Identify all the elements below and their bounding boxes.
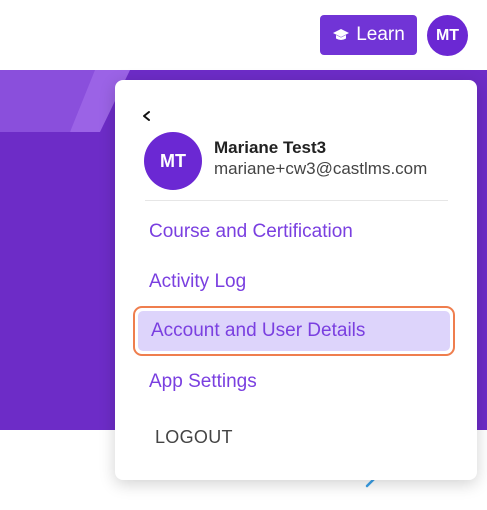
user-avatar: MT xyxy=(144,132,202,190)
user-name: Mariane Test3 xyxy=(214,138,327,157)
menu-item-highlight-outline: Account and User Details xyxy=(133,306,455,356)
chevron-left-icon[interactable] xyxy=(140,108,152,124)
user-email: mariane+cw3@castlms.com xyxy=(214,159,428,178)
graduation-cap-icon xyxy=(332,28,350,42)
menu-item-activity-log[interactable]: Activity Log xyxy=(149,271,246,293)
menu-item-course-and-certification[interactable]: Course and Certification xyxy=(149,221,353,243)
page: Learn MT MT Mariane Test3 mariane+cw3@ca… xyxy=(0,0,487,510)
user-avatar-button[interactable]: MT xyxy=(427,15,468,56)
user-menu-dropdown: MT Mariane Test3 mariane+cw3@castlms.com… xyxy=(115,80,477,480)
top-bar: Learn MT xyxy=(0,0,487,70)
logout-button[interactable]: LOGOUT xyxy=(155,427,233,448)
learn-button-label: Learn xyxy=(356,24,405,45)
learn-button[interactable]: Learn xyxy=(320,15,417,55)
menu-item-app-settings[interactable]: App Settings xyxy=(149,371,257,393)
divider xyxy=(145,200,448,201)
menu-item-account-and-user-details[interactable]: Account and User Details xyxy=(138,311,450,351)
